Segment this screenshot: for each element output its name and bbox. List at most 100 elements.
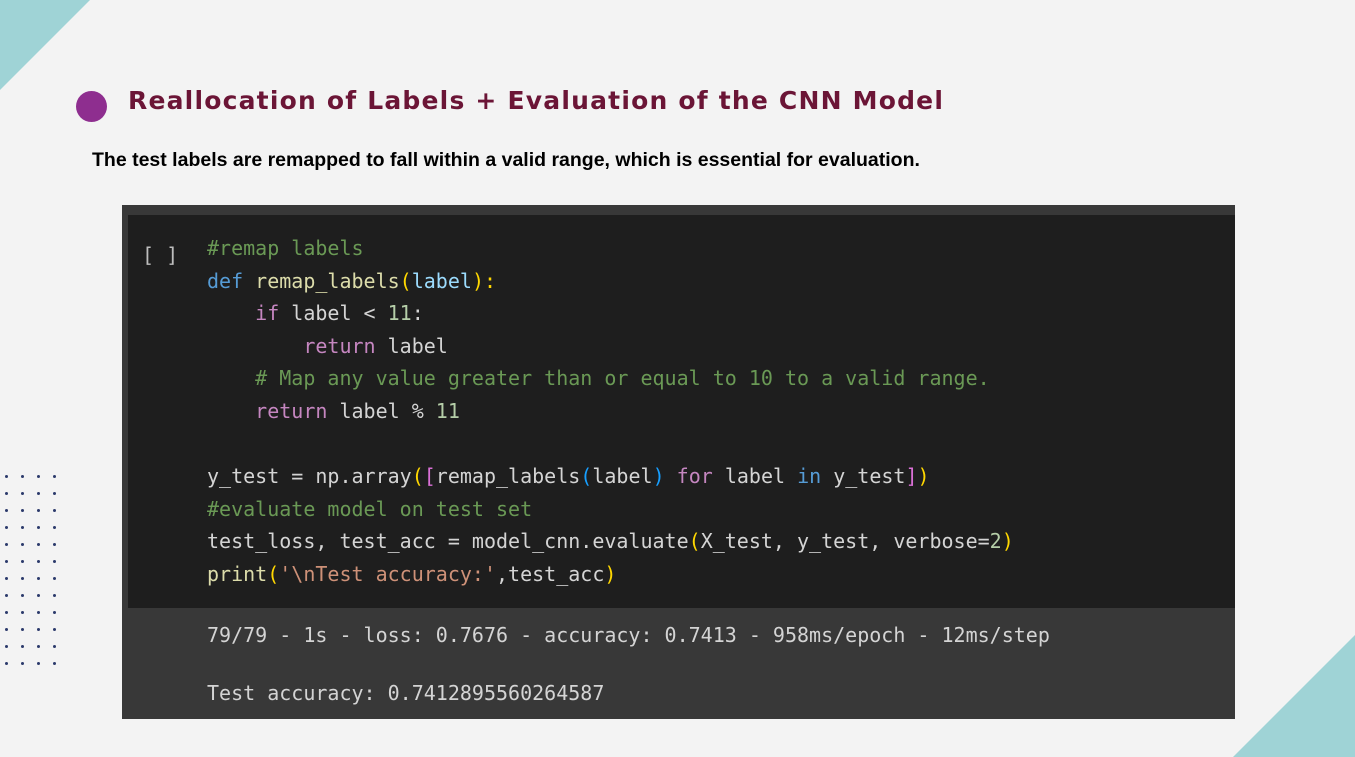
code-token: (: [399, 268, 412, 293]
dot: [53, 594, 56, 597]
dot: [5, 509, 8, 512]
code-token: remap_labels: [435, 464, 581, 489]
code-token: label: [592, 464, 653, 489]
code-token: ): [1001, 529, 1014, 554]
code-token: (: [688, 529, 701, 554]
corner-decoration-top-left: [0, 0, 90, 90]
code-token: :: [411, 301, 424, 326]
run-cell-button[interactable]: [ ]: [142, 243, 178, 267]
code-token: # Map any value greater than or equal to…: [207, 366, 990, 391]
code-token: 11: [435, 398, 460, 423]
dot: [37, 611, 40, 614]
code-token: label %: [327, 398, 436, 423]
dot: [5, 526, 8, 529]
code-token: y_test = np.array: [207, 464, 412, 489]
code-cell: [ ] #remap labels def remap_labels(label)…: [128, 215, 1235, 608]
code-token: label: [411, 268, 472, 293]
dot: [5, 577, 8, 580]
dot: [37, 628, 40, 631]
dot: [53, 492, 56, 495]
dot-grid-decoration: [5, 474, 69, 666]
dot: [21, 560, 24, 563]
dot: [37, 560, 40, 563]
dot: [5, 475, 8, 478]
dot: [21, 628, 24, 631]
dot: [53, 543, 56, 546]
code-token: print: [207, 561, 268, 586]
dot: [5, 594, 8, 597]
code-line: return label: [207, 330, 1014, 363]
dot: [37, 543, 40, 546]
corner-decoration-bottom-right: [1233, 635, 1355, 757]
dot: [53, 628, 56, 631]
dot: [21, 543, 24, 546]
corner-triangle: [1233, 635, 1355, 757]
dot: [53, 611, 56, 614]
dot: [53, 509, 56, 512]
code-token: for: [676, 464, 713, 489]
dot: [53, 662, 56, 665]
dot: [21, 662, 24, 665]
dot: [21, 475, 24, 478]
code-token: label: [712, 464, 798, 489]
notebook-screenshot: [ ] #remap labels def remap_labels(label)…: [122, 205, 1235, 719]
dot: [53, 475, 56, 478]
code-token: test_loss, test_acc = model_cnn.evaluate: [207, 529, 689, 554]
title-bullet-icon: [76, 91, 107, 122]
code-token: return: [255, 398, 328, 423]
code-line: def remap_labels(label):: [207, 265, 1014, 298]
code-token: ): [604, 561, 617, 586]
code-token: label <: [279, 301, 388, 326]
dot: [21, 577, 24, 580]
dot: [37, 492, 40, 495]
code-token: y_test: [821, 464, 906, 489]
code-line: test_loss, test_acc = model_cnn.evaluate…: [207, 525, 1014, 558]
code-token: 2: [989, 529, 1002, 554]
dot: [5, 492, 8, 495]
dot: [5, 611, 8, 614]
dot: [37, 509, 40, 512]
dot: [5, 645, 8, 648]
dot: [21, 492, 24, 495]
dot: [53, 526, 56, 529]
code-token: def: [207, 268, 256, 293]
code-token: [: [423, 464, 436, 489]
code-token: #evaluate model on test set: [207, 496, 533, 521]
dot: [21, 509, 24, 512]
dot: [37, 475, 40, 478]
code-line: print('\nTest accuracy:',test_acc): [207, 558, 1014, 591]
code-line: if label < 11:: [207, 297, 1014, 330]
dot: [53, 577, 56, 580]
code-token: #remap labels: [207, 236, 364, 260]
dot: [5, 628, 8, 631]
code-token: ,test_acc: [496, 561, 605, 586]
dot: [21, 526, 24, 529]
code-token: label: [375, 333, 448, 358]
dot: [37, 526, 40, 529]
code-token: (: [580, 464, 593, 489]
code-token: 11: [387, 301, 412, 326]
code-token: remap_labels: [255, 268, 400, 293]
corner-triangle: [0, 0, 90, 90]
dot: [53, 645, 56, 648]
code-line: # Map any value greater than or equal to…: [207, 362, 1014, 395]
dot: [5, 543, 8, 546]
dot: [37, 645, 40, 648]
code-token: '\nTest accuracy:': [279, 561, 497, 586]
dot: [53, 560, 56, 563]
code-editor[interactable]: #remap labels def remap_labels(label): if…: [207, 232, 1014, 591]
code-token: ):: [471, 268, 497, 293]
code-line: y_test = np.array([remap_labels(label) f…: [207, 460, 1014, 493]
code-token: ): [652, 464, 665, 489]
cell-output: 79/79 - 1s - loss: 0.7676 - accuracy: 0.…: [207, 621, 1050, 708]
dot: [37, 594, 40, 597]
dot: [21, 611, 24, 614]
dot: [5, 560, 8, 563]
code-token: in: [797, 464, 822, 489]
